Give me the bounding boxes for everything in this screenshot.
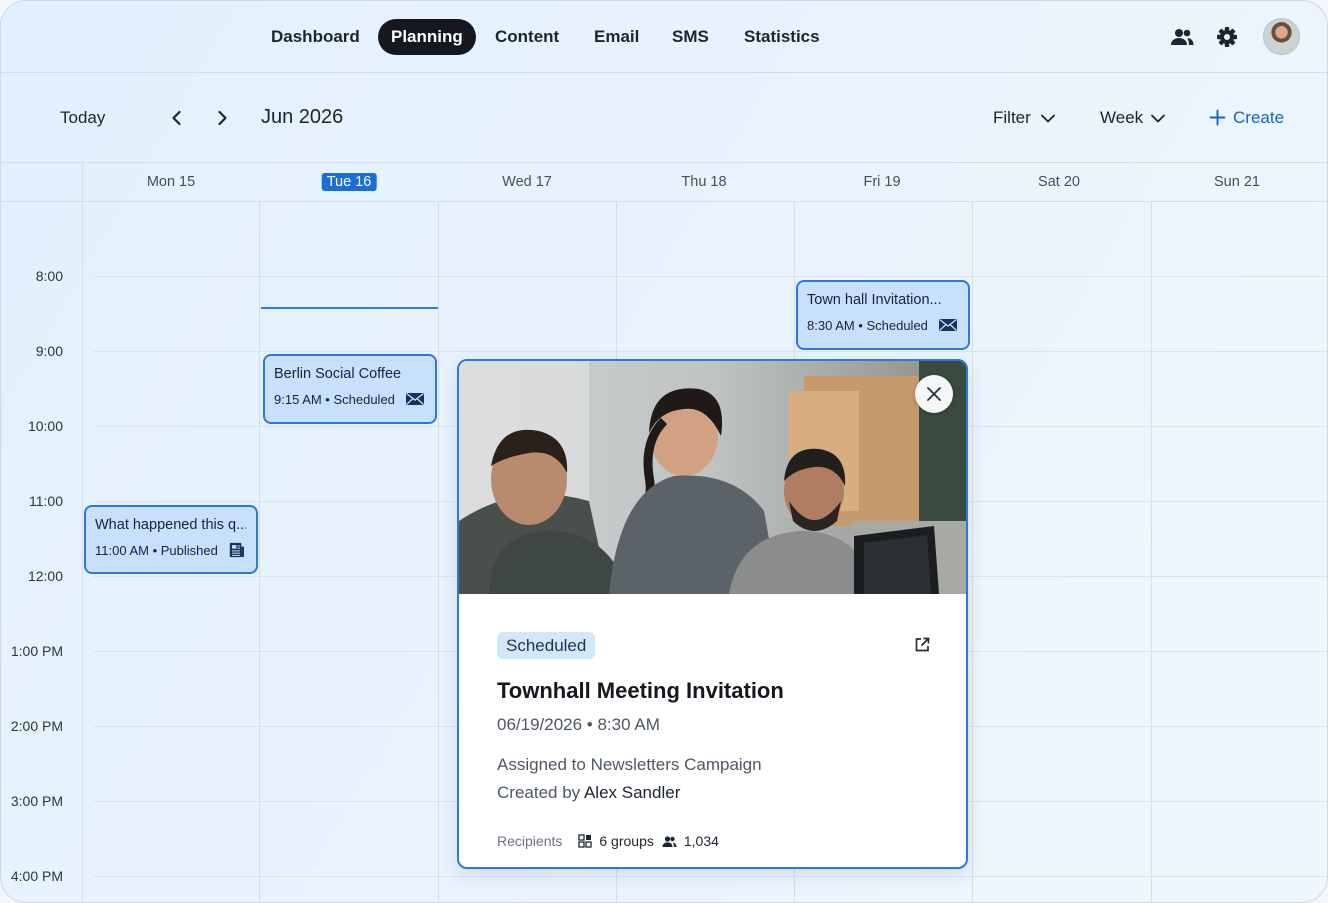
time-label: 2:00 PM bbox=[10, 718, 63, 734]
today-button[interactable]: Today bbox=[60, 108, 105, 128]
assigned-prefix: Assigned to bbox=[497, 755, 586, 774]
filter-dropdown[interactable]: Filter bbox=[993, 108, 1031, 128]
assigned-value: Newsletters Campaign bbox=[590, 755, 762, 774]
grid-divider bbox=[1151, 202, 1152, 902]
event-time-status: 11:00 AM • Published bbox=[95, 542, 218, 558]
event-card-newsletter[interactable]: What happened this q... 11:00 AM • Publi… bbox=[84, 505, 258, 574]
users-icon bbox=[662, 835, 677, 847]
event-meta: 11:00 AM • Published bbox=[95, 542, 246, 558]
chevron-left-icon[interactable] bbox=[167, 108, 187, 128]
created-prefix: Created by bbox=[497, 783, 581, 802]
grid-divider bbox=[259, 202, 260, 902]
tab-email[interactable]: Email bbox=[581, 19, 652, 55]
created-by: Created by Alex Sandler bbox=[497, 783, 680, 803]
time-label: 1:00 PM bbox=[10, 643, 63, 659]
day-label[interactable]: Mon 15 bbox=[147, 174, 195, 190]
day-label[interactable]: Sun 21 bbox=[1214, 174, 1260, 190]
event-title: What happened this q... bbox=[95, 517, 246, 533]
groups-count: 6 groups bbox=[599, 833, 654, 849]
gear-icon[interactable] bbox=[1213, 23, 1241, 51]
status-badge: Scheduled bbox=[497, 632, 596, 659]
view-label: Week bbox=[1100, 108, 1144, 127]
users-icon[interactable] bbox=[1168, 23, 1196, 51]
week-day-header: Mon 15 Tue 16 Wed 17 Thu 18 Fri 19 Sat 2… bbox=[1, 163, 1327, 202]
recipients-row: Recipients 6 groups 1,034 bbox=[497, 833, 719, 849]
close-button[interactable] bbox=[915, 375, 953, 413]
day-label[interactable]: Sat 20 bbox=[1038, 174, 1080, 190]
day-label[interactable]: Fri 19 bbox=[863, 174, 900, 190]
filter-label: Filter bbox=[993, 108, 1031, 127]
grid-divider bbox=[438, 202, 439, 902]
time-label: 8:00 bbox=[35, 268, 63, 284]
plus-icon[interactable] bbox=[1208, 108, 1227, 127]
chevron-down-icon[interactable] bbox=[1039, 109, 1057, 127]
current-month: Jun 2026 bbox=[261, 106, 344, 128]
recipients-label: Recipients bbox=[497, 833, 563, 849]
tab-sms[interactable]: SMS bbox=[659, 19, 722, 55]
create-button[interactable]: Create bbox=[1233, 108, 1284, 128]
app-window: Dashboard Planning Content Email SMS Sta… bbox=[0, 0, 1328, 903]
event-time-status: 8:30 AM • Scheduled bbox=[807, 317, 928, 333]
event-meta: 9:15 AM • Scheduled bbox=[274, 391, 425, 407]
tab-dashboard[interactable]: Dashboard bbox=[258, 19, 373, 55]
event-time-status: 9:15 AM • Scheduled bbox=[274, 391, 395, 407]
grid-divider bbox=[972, 202, 973, 902]
newspaper-icon bbox=[229, 542, 244, 558]
chevron-down-icon[interactable] bbox=[1149, 109, 1167, 127]
recipient-count: 1,034 bbox=[683, 833, 719, 849]
groups-icon bbox=[578, 834, 593, 848]
event-card-townhall[interactable]: Town hall Invitation... 8:30 AM • Schedu… bbox=[796, 280, 970, 350]
day-label[interactable]: Wed 17 bbox=[502, 174, 552, 190]
event-meta: 8:30 AM • Scheduled bbox=[807, 317, 958, 333]
envelope-icon bbox=[939, 318, 957, 331]
chevron-right-icon[interactable] bbox=[212, 108, 232, 128]
avatar[interactable] bbox=[1263, 18, 1300, 55]
hour-line bbox=[93, 876, 1327, 877]
event-detail-popover: Scheduled Townhall Meeting Invitation 06… bbox=[457, 359, 968, 869]
calendar-toolbar: Today Jun 2026 Filter Week Create bbox=[1, 73, 1327, 163]
event-cover-photo bbox=[459, 361, 966, 594]
time-label: 9:00 bbox=[35, 343, 63, 359]
time-label: 3:00 PM bbox=[10, 793, 63, 809]
event-title: Town hall Invitation... bbox=[807, 292, 942, 308]
close-icon bbox=[927, 387, 941, 401]
event-datetime: 06/19/2026 • 8:30 AM bbox=[497, 715, 660, 734]
view-dropdown[interactable]: Week bbox=[1100, 108, 1143, 128]
grid-divider bbox=[82, 163, 83, 902]
assigned-campaign: Assigned to Newsletters Campaign bbox=[497, 755, 762, 775]
time-label: 10:00 bbox=[27, 418, 63, 434]
tab-statistics[interactable]: Statistics bbox=[731, 19, 833, 55]
tab-planning[interactable]: Planning bbox=[378, 19, 476, 55]
created-by-name: Alex Sandler bbox=[583, 783, 681, 802]
hour-line bbox=[93, 351, 1327, 352]
tab-content[interactable]: Content bbox=[482, 19, 572, 55]
time-label: 11:00 bbox=[29, 493, 63, 509]
current-time-indicator bbox=[261, 307, 438, 309]
top-nav: Dashboard Planning Content Email SMS Sta… bbox=[1, 1, 1327, 73]
time-label: 12:00 bbox=[27, 568, 63, 584]
event-title: Townhall Meeting Invitation bbox=[497, 678, 784, 703]
envelope-icon bbox=[406, 392, 424, 405]
time-label: 4:00 PM bbox=[10, 868, 63, 884]
day-label[interactable]: Thu 18 bbox=[681, 174, 726, 190]
external-link-icon[interactable] bbox=[913, 636, 931, 654]
day-label-today[interactable]: Tue 16 bbox=[321, 173, 377, 191]
hour-line bbox=[93, 276, 1327, 277]
event-title: Berlin Social Coffee bbox=[274, 366, 402, 382]
event-card-berlin-coffee[interactable]: Berlin Social Coffee 9:15 AM • Scheduled bbox=[263, 354, 437, 424]
